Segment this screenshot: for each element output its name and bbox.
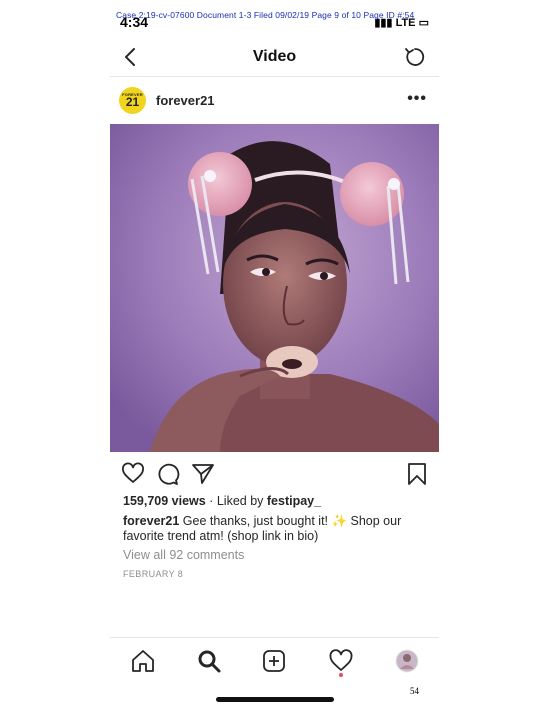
home-icon [132,650,154,672]
comment-button[interactable] [156,462,180,486]
refresh-button[interactable] [403,45,427,69]
phone-screen: 4:34 ▮▮▮ LTE ▭ Video FOREVER 21 forever2… [110,0,439,710]
post-caption: forever21 Gee thanks, just bought it! ✨ … [123,514,423,544]
view-count[interactable]: 159,709 views [123,494,206,508]
refresh-icon [405,48,425,66]
view-comments-link[interactable]: View all 92 comments [123,548,244,562]
bottom-tab-bar [110,637,439,684]
post-header: FOREVER 21 forever21 ••• [110,86,439,116]
caption-username[interactable]: forever21 [123,514,179,528]
liked-by-prefix: · Liked by [209,494,264,508]
heart-icon [329,649,353,671]
share-button[interactable] [191,462,215,486]
plus-square-icon [263,650,285,672]
profile-avatar-icon [395,649,419,673]
tab-home[interactable] [130,648,156,674]
top-navigation-bar: Video [110,40,439,77]
page-number: 54 [410,686,419,696]
more-options-icon[interactable]: ••• [407,90,427,108]
like-button[interactable] [121,462,145,486]
liked-by-user[interactable]: festipay_ [267,494,321,508]
activity-notification-dot [339,673,343,677]
search-icon [198,650,221,673]
video-frame-image [110,124,439,452]
page-title: Video [252,48,297,65]
home-indicator [216,697,334,702]
avatar-logo-number: 21 [125,95,140,109]
post-username[interactable]: forever21 [156,93,215,108]
post-video[interactable] [110,124,439,452]
post-date: FEBRUARY 8 [123,569,184,579]
account-avatar[interactable]: FOREVER 21 [119,87,146,114]
heart-icon [122,462,144,483]
comment-icon [158,463,180,485]
views-line: 159,709 views · Liked by festipay_ [123,494,321,508]
tab-new-post[interactable] [261,648,287,674]
send-icon [192,464,214,484]
court-filing-header: Case 2:19-cv-07600 Document 1-3 Filed 09… [116,10,415,20]
tab-activity[interactable] [328,648,354,674]
bookmark-icon [408,463,426,485]
post-actions-bar [110,462,439,488]
tab-profile[interactable] [394,648,420,674]
tab-search[interactable] [196,648,222,674]
save-button[interactable] [405,462,429,486]
